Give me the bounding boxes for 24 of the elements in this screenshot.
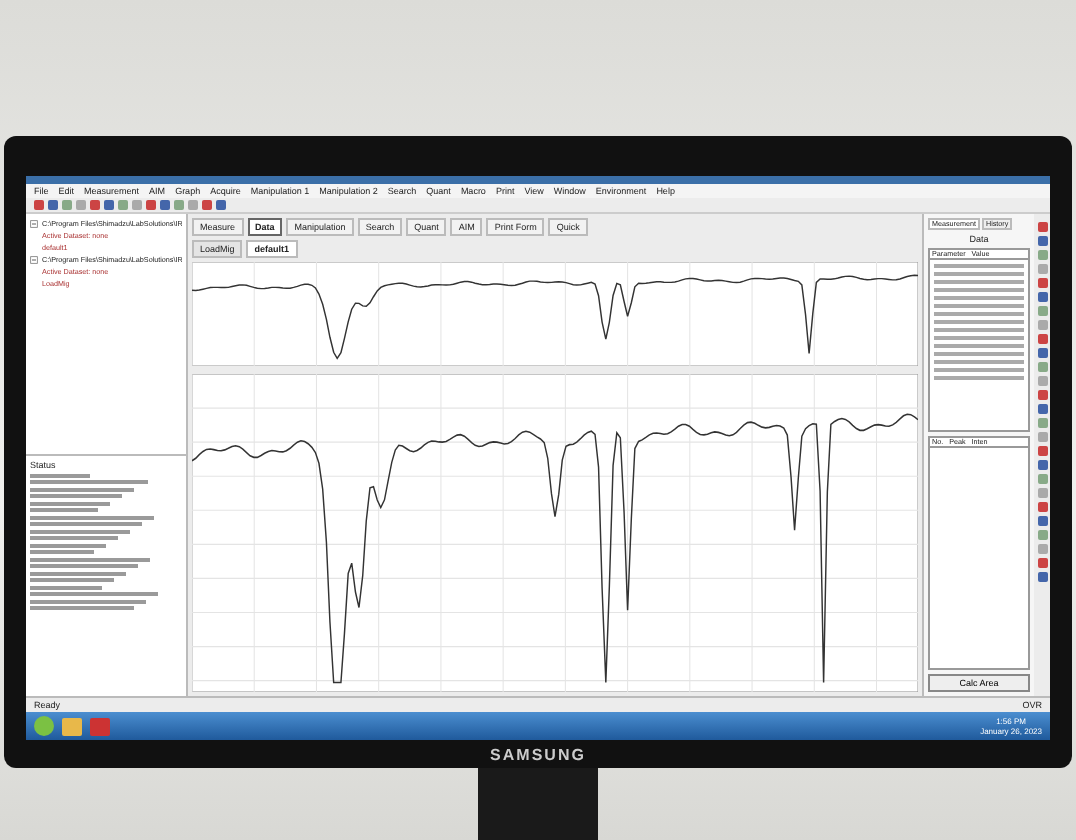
blurred-log-line xyxy=(30,487,135,491)
blurred-log-line xyxy=(30,515,155,519)
expander-icon[interactable] xyxy=(30,220,38,229)
blurred-log-line xyxy=(30,585,102,589)
blurred-log-line xyxy=(30,571,126,575)
blurred-log-line xyxy=(30,599,146,603)
blurred-log-line xyxy=(30,508,99,512)
blurred-log-line xyxy=(30,592,158,596)
monitor-brand: SAMSUNG xyxy=(490,746,586,764)
blurred-log-line xyxy=(30,494,123,498)
start-button[interactable] xyxy=(34,716,54,736)
blurred-log-line xyxy=(30,536,119,540)
blurred-log-line xyxy=(30,473,91,477)
blurred-log-line xyxy=(30,529,131,533)
blurred-log-line xyxy=(30,606,134,610)
blurred-log-line xyxy=(30,480,148,484)
blurred-log-line xyxy=(30,578,114,582)
blurred-log-line xyxy=(30,564,138,568)
blurred-log-line xyxy=(30,550,94,554)
blurred-log-line xyxy=(30,557,151,561)
blurred-log-line xyxy=(30,522,143,526)
blurred-log-line xyxy=(30,543,106,547)
expander-icon[interactable] xyxy=(30,256,38,265)
blurred-log-line xyxy=(30,501,111,505)
